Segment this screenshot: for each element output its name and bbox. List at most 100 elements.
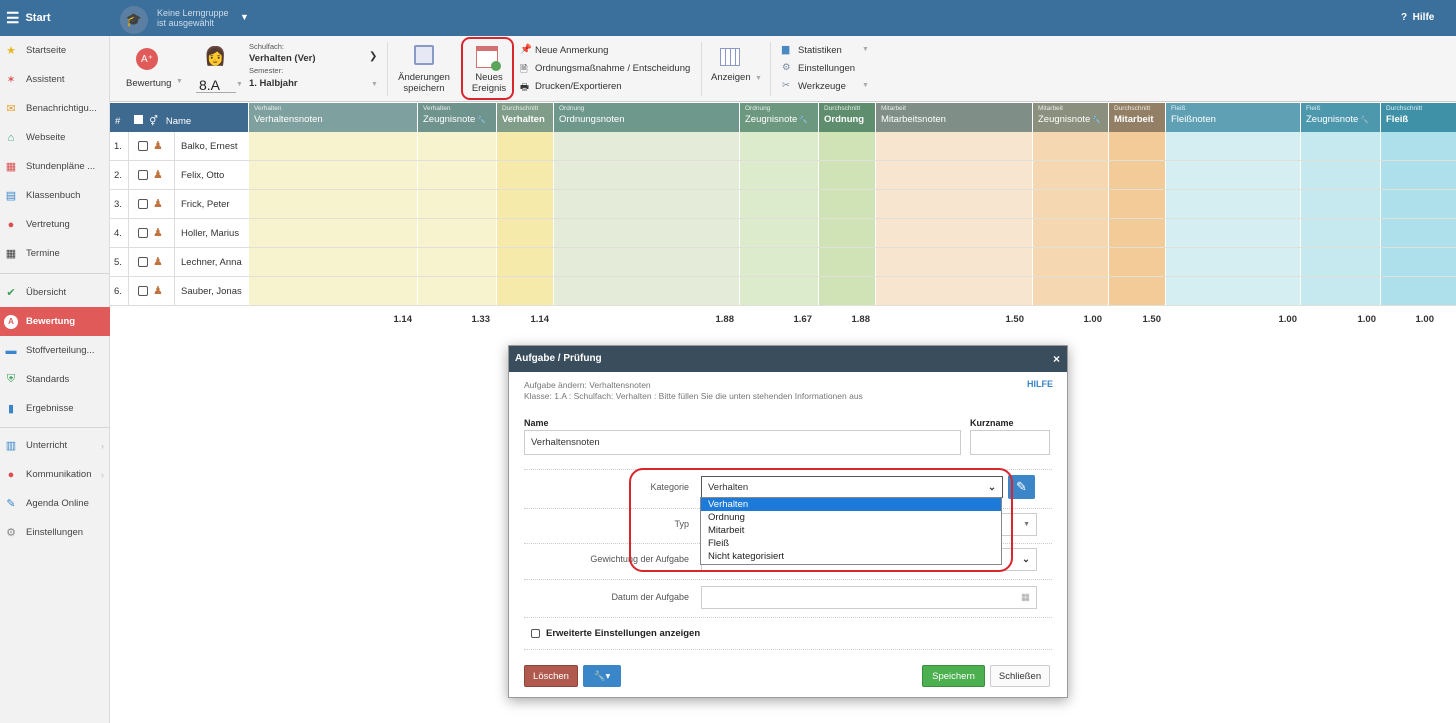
column-header[interactable]: Verhalten Zeugnisnote 🔧 [417, 103, 496, 132]
grade-column[interactable] [1032, 132, 1108, 306]
graduation-cap-icon[interactable]: 🎓 [120, 6, 148, 34]
table-row[interactable]: 2. ♟ Felix, Otto [110, 161, 248, 190]
wrench-icon[interactable]: 🔧 [1358, 117, 1369, 124]
student-name[interactable]: Frick, Peter [181, 199, 230, 210]
start-menu-button[interactable]: ☰ Start [0, 0, 110, 36]
wrench-icon[interactable]: 🔧 [797, 117, 808, 124]
new-note-button[interactable]: Neue Anmerkung [535, 45, 608, 56]
tools-button[interactable]: Werkzeuge [798, 81, 846, 92]
sidebar-item-star[interactable]: ★ Startseite [0, 36, 110, 65]
column-header[interactable]: Ordnung Ordnungsnoten [553, 103, 739, 132]
kurzname-input[interactable] [970, 430, 1050, 455]
grade-column[interactable] [818, 132, 875, 306]
row-checkbox[interactable] [138, 286, 148, 296]
grade-column[interactable] [417, 132, 496, 306]
table-row[interactable]: 6. ♟ Sauber, Jonas [110, 277, 248, 306]
save-button[interactable]: Speichern [922, 665, 985, 687]
caret-icon[interactable]: ▼ [236, 81, 243, 88]
datum-input[interactable]: ▦ [701, 586, 1037, 609]
table-row[interactable]: 1. ♟ Balko, Ernest [110, 132, 248, 161]
name-input[interactable]: Verhaltensnoten [524, 430, 961, 455]
sidebar-item-wand[interactable]: ✶ Assistent [0, 65, 110, 94]
semester-selector[interactable]: 1. Halbjahr [249, 78, 298, 89]
sidebar-item-envelope[interactable]: ✉ Benachrichtigu... [0, 94, 110, 123]
wrench-icon[interactable]: 🔧 [1090, 117, 1101, 124]
student-name[interactable]: Felix, Otto [181, 170, 224, 181]
help-button[interactable]: ? Hilfe [1401, 12, 1434, 23]
select-all-checkbox[interactable] [134, 115, 144, 124]
row-checkbox[interactable] [138, 170, 148, 180]
floppy-disk-icon[interactable] [414, 45, 434, 65]
caret-icon[interactable]: ▼ [862, 46, 869, 53]
grade-column[interactable] [248, 132, 417, 306]
column-header[interactable]: Fleiß Zeugnisnote 🔧 [1300, 103, 1380, 132]
table-row[interactable]: 4. ♟ Holler, Marius [110, 219, 248, 248]
row-checkbox[interactable] [138, 228, 148, 238]
column-header[interactable]: Durchschnitt Ordnung [818, 103, 875, 132]
grade-column[interactable] [1108, 132, 1165, 306]
caret-icon[interactable]: ▼ [755, 75, 762, 82]
sidebar-item-calendar-grid[interactable]: ▦ Stundenpläne ... [0, 152, 110, 181]
student-name[interactable]: Sauber, Jonas [181, 286, 242, 297]
sidebar-item-home[interactable]: ⌂ Webseite [0, 123, 110, 152]
column-header[interactable]: Verhalten Verhaltensnoten [248, 103, 417, 132]
grade-column[interactable] [553, 132, 739, 306]
print-export-button[interactable]: Drucken/Exportieren [535, 81, 622, 92]
sidebar-item-grade[interactable]: A Bewertung [0, 307, 110, 336]
column-header[interactable]: Durchschnitt Fleiß [1380, 103, 1456, 132]
sidebar-item-bar-chart[interactable]: ▮ Ergebnisse [0, 394, 110, 423]
caret-icon[interactable]: ▼ [176, 78, 183, 85]
caret-icon[interactable]: ▼ [371, 81, 378, 88]
bewertung-button[interactable]: Bewertung [126, 78, 171, 89]
calendar-icon[interactable]: ▦ [1021, 592, 1030, 603]
settings-button[interactable]: Einstellungen [798, 63, 855, 74]
column-header[interactable]: Ordnung Zeugnisnote 🔧 [739, 103, 818, 132]
table-row[interactable]: 3. ♟ Frick, Peter [110, 190, 248, 219]
save-changes-button[interactable]: Änderungen speichern [395, 72, 453, 94]
grade-column[interactable] [739, 132, 818, 306]
sidebar-item-chat[interactable]: ● Kommunikation › [0, 460, 110, 489]
close-button[interactable]: Schließen [990, 665, 1050, 687]
class-selector[interactable]: 8.A [196, 77, 236, 93]
statistics-button[interactable]: Statistiken [798, 45, 842, 56]
sidebar-item-shield[interactable]: ⛨ Standards [0, 365, 110, 394]
sidebar-item-pen[interactable]: ✎ Agenda Online [0, 489, 110, 518]
wrench-icon[interactable]: 🔧 [475, 117, 486, 124]
grade-icon[interactable]: A⁺ [136, 48, 158, 70]
column-header[interactable]: Durchschnitt Verhalten [496, 103, 553, 132]
advanced-settings-checkbox[interactable] [531, 629, 540, 638]
grade-column[interactable] [1165, 132, 1300, 306]
dialog-help-link[interactable]: HILFE [1027, 379, 1053, 389]
sidebar-item-person[interactable]: ● Vertretung [0, 210, 110, 239]
row-checkbox[interactable] [138, 199, 148, 209]
close-icon[interactable]: × [1053, 352, 1060, 366]
student-name[interactable]: Lechner, Anna [181, 257, 242, 268]
sidebar-item-calendar[interactable]: ▦ Termine [0, 239, 110, 268]
display-button[interactable]: Anzeigen [711, 72, 751, 83]
sidebar-item-open-book[interactable]: ▥ Unterricht › [0, 431, 110, 460]
row-checkbox[interactable] [138, 141, 148, 151]
student-name[interactable]: Balko, Ernest [181, 141, 238, 152]
subject-selector[interactable]: Verhalten (Ver) [249, 53, 316, 64]
table-row[interactable]: 5. ♟ Lechner, Anna [110, 248, 248, 277]
delete-button[interactable]: Löschen [524, 665, 578, 687]
grade-column[interactable] [1380, 132, 1456, 306]
student-name[interactable]: Holler, Marius [181, 228, 239, 239]
sidebar-item-check-circle[interactable]: ✔ Übersicht [0, 278, 110, 307]
row-checkbox[interactable] [138, 257, 148, 267]
sidebar-item-briefcase[interactable]: ▬ Stoffverteilung... [0, 336, 110, 365]
group-selector[interactable]: Keine Lerngruppe ist ausgewählt [157, 8, 229, 28]
column-header[interactable]: Fleiß Fleißnoten [1165, 103, 1300, 132]
chevron-down-icon[interactable]: ❯ [369, 51, 377, 62]
column-header[interactable]: Durchschnitt Mitarbeit [1108, 103, 1165, 132]
grade-column[interactable] [1300, 132, 1380, 306]
disciplinary-action-button[interactable]: Ordnungsmaßnahme / Entscheidung [535, 63, 690, 74]
sidebar-item-book[interactable]: ▤ Klassenbuch [0, 181, 110, 210]
caret-icon[interactable]: ▼ [862, 82, 869, 89]
column-header[interactable]: Mitarbeit Zeugnisnote 🔧 [1032, 103, 1108, 132]
tools-dropdown-button[interactable]: 🔧▾ [583, 665, 621, 687]
sidebar-item-gear[interactable]: ⚙ Einstellungen [0, 518, 110, 547]
grade-column[interactable] [496, 132, 553, 306]
grid-view-icon[interactable] [720, 48, 740, 66]
chevron-down-icon[interactable]: ▼ [240, 12, 249, 22]
